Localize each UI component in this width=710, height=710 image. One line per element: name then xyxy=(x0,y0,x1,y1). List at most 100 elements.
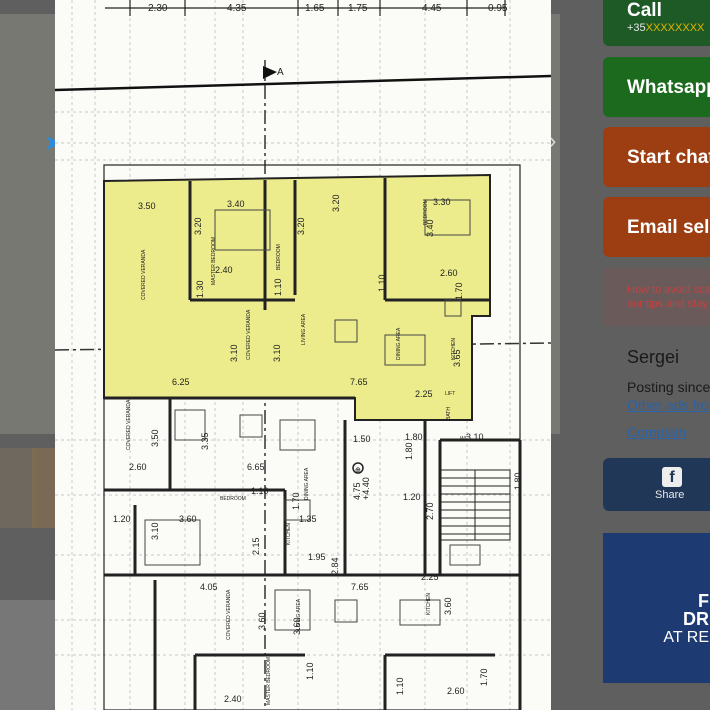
dimension-label: 3.20 xyxy=(331,194,341,212)
dimension-label: 3.65 xyxy=(452,349,462,367)
top-dimension-label: 0.95 xyxy=(488,3,508,14)
dimension-label: 2.40 xyxy=(224,694,242,704)
dimension-label: 2.15 xyxy=(251,537,261,555)
room-label: DINING AREA xyxy=(396,327,402,360)
share-button[interactable]: f Share xyxy=(603,458,710,511)
dimension-label: 3.40 xyxy=(425,219,435,237)
top-dimension-label: 2.30 xyxy=(148,3,168,14)
dimension-label: 1.80 xyxy=(513,472,523,490)
other-ads-link[interactable]: Other ads from xyxy=(627,397,710,413)
posting-since: Posting since xyxy=(627,379,710,395)
dimension-label: 1.10 xyxy=(305,662,315,680)
call-button[interactable]: Call +35XXXXXXXX xyxy=(603,0,710,46)
room-label: KITCHEN xyxy=(286,523,292,545)
room-label: COVERED VERANDA xyxy=(226,589,232,640)
section-arrow xyxy=(263,66,277,79)
room-label: MASTER BEDROOM xyxy=(266,657,272,705)
dimension-label: 7.65 xyxy=(350,377,368,387)
dimension-label: 1.30 xyxy=(195,280,205,298)
dimension-label: 2.60 xyxy=(129,462,147,472)
dimension-label: 3.10 xyxy=(272,344,282,362)
whatsapp-button[interactable]: Whatsapp xyxy=(603,57,710,117)
dimension-label: 1.20 xyxy=(403,492,421,502)
dimension-label: 1.10 xyxy=(377,274,387,292)
room-label: COVERED VERANDA xyxy=(246,309,252,360)
dimension-label: 2.70 xyxy=(425,502,435,520)
staircase xyxy=(439,469,511,541)
email-seller-button[interactable]: Email seller xyxy=(603,197,710,257)
chat-label: Start chat xyxy=(627,147,710,168)
safety-tip[interactable]: How to avoid scams our tips and stay xyxy=(603,268,710,326)
email-label: Email seller xyxy=(627,217,710,238)
top-dimension-label: 1.65 xyxy=(305,3,325,14)
dimension-label: 1.50 xyxy=(353,434,371,444)
dimension-label: 3.20 xyxy=(296,217,306,235)
room-label: COVERED VERANDA xyxy=(126,399,132,450)
room-label: LIFT xyxy=(445,391,455,397)
dimension-label: 2.40 xyxy=(215,265,233,275)
call-label: Call xyxy=(627,0,662,21)
dimension-label: 1.35 xyxy=(299,514,317,524)
top-dimension-label: 1.75 xyxy=(348,3,368,14)
background-panel xyxy=(0,600,60,710)
floor-plan-drawing: ⊕ 2.30 4.35 1.65 1.75 4.45 0.95 A COVERED VERAN… xyxy=(55,0,551,710)
whatsapp-label: Whatsapp xyxy=(627,77,710,98)
dimension-label: 3.35 xyxy=(200,432,210,450)
room-label: BEDROOM xyxy=(276,244,282,270)
dimension-label: 1.80 xyxy=(404,442,414,460)
complain-link[interactable]: Complain xyxy=(627,424,686,440)
dimension-label: 3.60 xyxy=(443,597,453,615)
dimension-label: 1.70 xyxy=(454,282,464,300)
facebook-icon: f xyxy=(662,467,682,487)
dimension-label: 1.10 xyxy=(273,278,283,296)
room-label: MASTER BEDROOM xyxy=(211,237,217,285)
dimension-label: 4.05 xyxy=(200,582,218,592)
dimension-label: 1.70 xyxy=(479,668,489,686)
share-label: Share xyxy=(655,489,685,501)
dimension-label: 2.25 xyxy=(421,572,439,582)
dimension-label: 3.20 xyxy=(193,217,203,235)
dimension-label: 6.25 xyxy=(172,377,190,387)
top-dimension-label: 4.35 xyxy=(227,3,247,14)
dimension-label: 3.10 xyxy=(466,432,484,442)
dimension-label: 1.95 xyxy=(308,552,326,562)
dimension-label: 6.65 xyxy=(247,462,265,472)
floor-plan-viewer[interactable]: ⊕ 2.30 4.35 1.65 1.75 4.45 0.95 A COVERED VERAN… xyxy=(55,0,551,710)
dimension-label: 2.84 xyxy=(330,557,340,575)
dimension-label: 3.10 xyxy=(229,344,239,362)
dimension-label: 1.80 xyxy=(405,432,423,442)
dimension-label: 3.40 xyxy=(227,199,245,209)
dimension-label: 3.60 xyxy=(292,617,302,635)
ad-text: AT RE xyxy=(663,629,709,646)
background-thumbnail xyxy=(0,448,36,528)
room-label: KITCHEN xyxy=(426,593,432,615)
highlighted-apartment xyxy=(103,173,491,421)
top-dimension-label: 4.45 xyxy=(422,3,442,14)
dimension-label: 1.70 xyxy=(291,492,301,510)
dimension-label: 7.65 xyxy=(351,582,369,592)
phone-number: +35XXXXXXXX xyxy=(627,22,705,34)
start-chat-button[interactable]: Start chat xyxy=(603,127,710,187)
dimension-label: 3.60 xyxy=(179,514,197,524)
dimension-label: +4.40 xyxy=(361,477,371,500)
room-label: LIVING AREA xyxy=(301,313,307,345)
seller-name: Sergei xyxy=(627,347,680,367)
dimension-label: 1.20 xyxy=(113,514,131,524)
advertisement-banner[interactable]: F DR AT RE xyxy=(603,533,710,683)
dimension-label: 3.50 xyxy=(150,429,160,447)
tip-line: our tips and stay xyxy=(627,298,708,310)
ad-text: DR xyxy=(683,609,709,629)
room-label: BATH xyxy=(446,407,452,420)
dimension-label: 3.10 xyxy=(150,522,160,540)
contact-sidebar: Call +35XXXXXXXX Whatsapp Start chat Ema… xyxy=(603,0,710,710)
room-label: DINING AREA xyxy=(304,467,310,500)
room-label: COVERED VERANDA xyxy=(141,249,147,300)
dimension-label: 2.60 xyxy=(440,268,458,278)
dimension-label: 2.25 xyxy=(415,389,433,399)
dimension-label: 2.60 xyxy=(447,686,465,696)
section-marker-label: A xyxy=(277,67,284,78)
room-label: BEDROOM xyxy=(220,496,246,502)
dimension-label: 3.50 xyxy=(138,201,156,211)
svg-text:⊕: ⊕ xyxy=(355,467,361,474)
tip-line: How to avoid scams xyxy=(627,284,710,296)
